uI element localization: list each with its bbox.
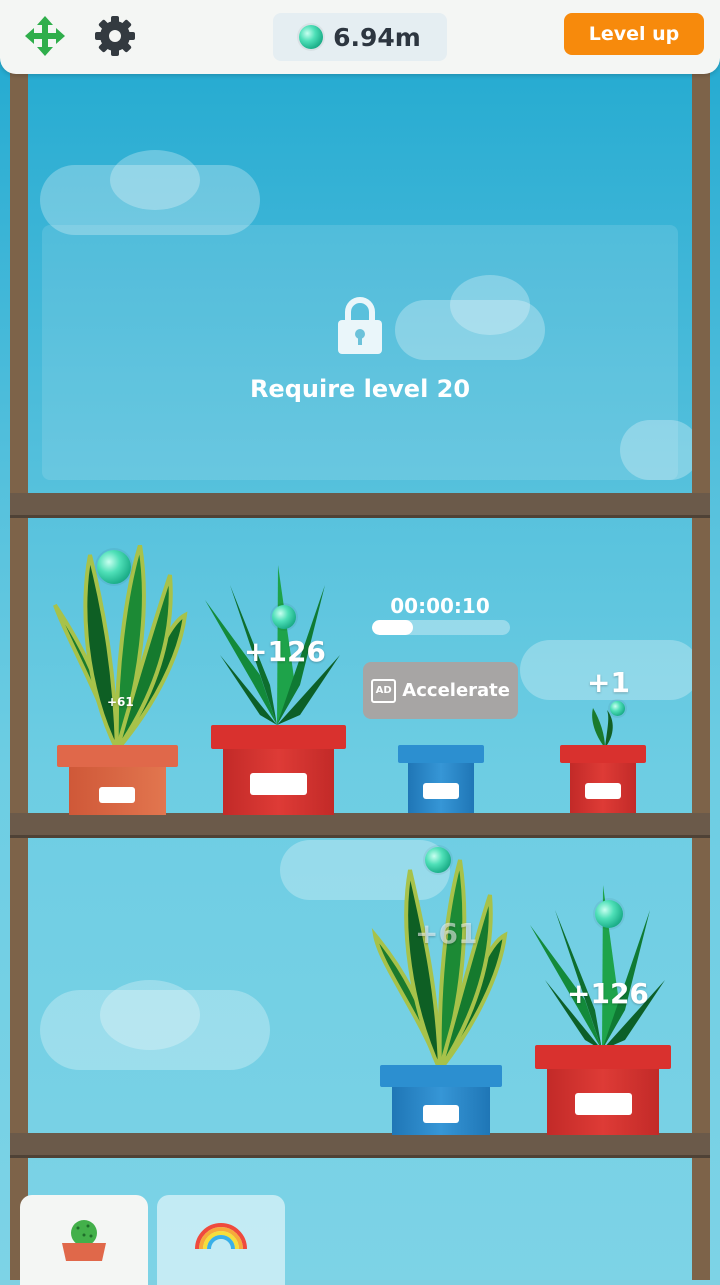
pot-red [211, 725, 346, 815]
pot-blue[interactable] [398, 745, 484, 815]
shelf-board [10, 1133, 710, 1155]
gear-icon[interactable] [91, 12, 139, 60]
level-up-button[interactable]: Level up [564, 13, 704, 55]
pot-red-small [560, 745, 646, 815]
currency-display: 6.94m [273, 13, 447, 61]
grow-progress-fill [372, 620, 414, 635]
shelf-frame-left [10, 60, 28, 1280]
plant-snake-2[interactable]: +61 [370, 847, 510, 1070]
shelf-board [10, 813, 710, 835]
plant-aloe-2[interactable]: +126 [525, 885, 680, 1050]
gem-icon [272, 605, 296, 629]
move-arrows-icon[interactable] [21, 12, 69, 60]
shelf-frame-right [692, 60, 710, 1280]
gem-icon [610, 701, 625, 716]
gem-icon [425, 847, 451, 873]
income-popup: +1 [587, 666, 630, 699]
pot-red-large [535, 1045, 671, 1135]
gem-icon [97, 550, 131, 584]
locked-shelf-panel: Require level 20 [42, 225, 678, 480]
pot-blue-large [380, 1065, 502, 1135]
tab-decorations[interactable] [157, 1195, 285, 1285]
grow-timer: 00:00:10 [390, 594, 490, 618]
lock-icon [337, 295, 383, 355]
income-popup: +61 [415, 917, 478, 950]
pot-orange [57, 745, 178, 815]
rainbow-icon [193, 1217, 249, 1253]
cloud [110, 150, 200, 210]
cactus-pot-icon [58, 1213, 110, 1265]
cloud [100, 980, 200, 1050]
require-level-text: Require level 20 [249, 375, 471, 403]
plant-aloe-1[interactable]: +126 [200, 565, 355, 725]
grow-progress-bar [372, 620, 510, 635]
accelerate-label: Accelerate [402, 680, 510, 701]
income-popup: +126 [567, 977, 649, 1010]
shelf-board [10, 493, 710, 515]
currency-value: 6.94m [333, 22, 421, 52]
ad-video-icon: AD [371, 678, 397, 703]
gem-icon [595, 900, 623, 928]
top-bar: 6.94m Level up [0, 0, 720, 74]
accelerate-button[interactable]: AD Accelerate [363, 662, 518, 719]
income-popup: +126 [244, 635, 326, 668]
income-popup: +61 [107, 695, 134, 709]
gem-icon [299, 25, 324, 49]
tab-plants[interactable] [20, 1195, 148, 1285]
